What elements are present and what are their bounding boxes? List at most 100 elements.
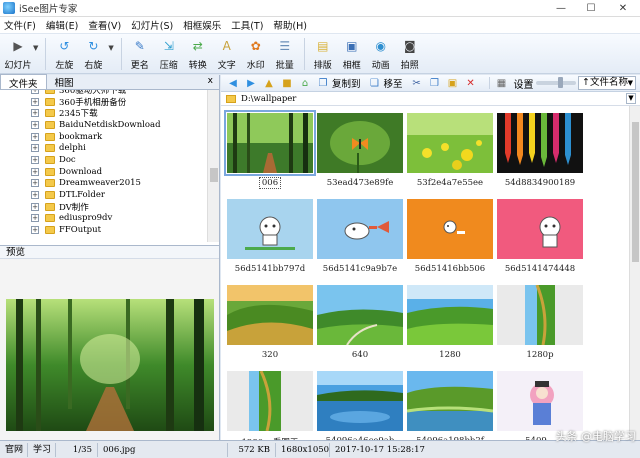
toolbar-button-animation[interactable]: ◉ 动画	[367, 34, 395, 72]
app-icon	[3, 2, 15, 14]
thumbnail-item[interactable]: 1280	[405, 282, 495, 368]
move-to-button[interactable]: ❏ 移至	[369, 76, 403, 91]
new-folder-icon[interactable]: ■	[281, 77, 293, 89]
status-bar: 官网 学习 1/35 006.jpg 572 KB 1680x1050 2017…	[0, 440, 640, 458]
toolbar-button-text[interactable]: A 文字	[213, 34, 241, 72]
expand-icon[interactable]: +	[31, 90, 39, 94]
close-button[interactable]: ✕	[606, 0, 640, 17]
thumbnail-item[interactable]: 1280p	[495, 282, 585, 368]
thumbnail-item[interactable]: 006	[224, 110, 316, 196]
thumbnail-item[interactable]: 1280p_看图王	[225, 368, 315, 440]
thumbnail-item[interactable]: 53f2e4a7e55ee	[405, 110, 495, 196]
copy-to-button[interactable]: ❐ 复制到	[317, 76, 361, 91]
thumbnail-item[interactable]: 56d5141c9a9b7e	[315, 196, 405, 282]
toolbar-button-rotate-right[interactable]: ↻ 右旋	[79, 34, 107, 72]
expand-icon[interactable]: +	[31, 144, 39, 153]
path-dropdown-icon[interactable]: ▼	[626, 93, 636, 104]
copy-icon[interactable]: ❐	[429, 77, 441, 89]
maximize-button[interactable]: ☐	[576, 0, 606, 17]
expand-icon[interactable]: +	[31, 202, 39, 211]
expand-icon[interactable]: +	[31, 214, 39, 223]
tree-item[interactable]: + DTLFolder	[0, 189, 219, 201]
cut-icon[interactable]: ✂	[411, 77, 423, 89]
close-panel-icon[interactable]: x	[208, 76, 213, 86]
tab-albums[interactable]: 相图	[47, 74, 82, 89]
tree-item[interactable]: + ediuspro9dv	[0, 213, 219, 225]
tree-item-label: 2345下载	[59, 109, 98, 120]
thumbnail-caption: 56d5141474448	[504, 264, 576, 274]
toolbar-label: 动画	[371, 61, 390, 71]
sort-dropdown[interactable]: ↑文件名称 ▼	[578, 76, 636, 90]
toolbar-button-rotate-left[interactable]: ↺ 左旋	[50, 34, 78, 72]
tree-item[interactable]: + bookmark	[0, 131, 219, 143]
expand-icon[interactable]: +	[31, 120, 39, 129]
thumbnail-item[interactable]: 56d5141474448	[495, 196, 585, 282]
thumbnail-item[interactable]: 54096a46ce9ab	[315, 368, 405, 440]
menu-view[interactable]: 查看(V)	[88, 18, 121, 32]
tree-scrollbar[interactable]	[207, 90, 219, 242]
expand-icon[interactable]: +	[31, 191, 39, 200]
status-datetime: 2017-10-17 15:28:17	[335, 444, 425, 455]
toolbar-button-batch[interactable]: ☰ 批量	[271, 34, 299, 72]
tree-item[interactable]: +2345下载	[0, 107, 219, 119]
thumbnail-item[interactable]: 56d5141bb797d	[225, 196, 315, 282]
thumbnail-item[interactable]: 54d8834900189	[495, 110, 585, 196]
tree-item[interactable]: + Dreamweaver2015	[0, 178, 219, 190]
settings-label[interactable]: 设置	[514, 76, 534, 91]
toolbar-button-frame[interactable]: ▣ 相框	[338, 34, 366, 72]
convert-icon: ⇄	[192, 39, 203, 53]
folder-tree[interactable]: +360驱动大师下载+360手机相册备份+2345下载+BaiduNetdisk…	[0, 90, 219, 242]
thumbnail-item[interactable]: 320	[225, 282, 315, 368]
forward-icon[interactable]: ▶	[245, 77, 257, 89]
tree-item[interactable]: + delphi	[0, 142, 219, 154]
menu-edit[interactable]: 编辑(E)	[46, 18, 78, 32]
menu-help[interactable]: 帮助(H)	[273, 18, 307, 32]
tab-folders[interactable]: 文件夹	[0, 74, 47, 90]
preview-header: 预览	[0, 245, 219, 259]
expand-icon[interactable]: +	[31, 226, 39, 235]
thumbnail-scrollbar[interactable]	[629, 106, 640, 440]
back-icon[interactable]: ◀	[227, 77, 239, 89]
menu-file[interactable]: 文件(F)	[4, 18, 36, 32]
thumbnail-item[interactable]: 53ead473e89fe	[315, 110, 405, 196]
expand-icon[interactable]: +	[31, 179, 39, 188]
dropdown-arrow-icon[interactable]: ▼	[33, 44, 38, 52]
expand-icon[interactable]: +	[31, 132, 39, 141]
toolbar-button-watermark[interactable]: ✿ 水印	[242, 34, 270, 72]
toolbar-button-layout[interactable]: ▤ 排版	[309, 34, 337, 72]
status-tab-website[interactable]: 官网	[0, 442, 28, 457]
menu-tools[interactable]: 工具(T)	[231, 18, 263, 32]
tree-item[interactable]: + BaiduNetdiskDownload	[0, 119, 219, 131]
tree-item[interactable]: +360手机相册备份	[0, 96, 219, 108]
delete-icon[interactable]: ✕	[465, 77, 477, 89]
tree-item[interactable]: + Doc	[0, 154, 219, 166]
status-dimensions: 1680x1050	[276, 442, 330, 457]
expand-icon[interactable]: +	[31, 167, 39, 176]
toolbar-button-compress[interactable]: ⇲ 压缩	[155, 34, 183, 72]
thumbnail-item[interactable]: 54096a198bb2f	[405, 368, 495, 440]
thumbnail-item[interactable]: 640	[315, 282, 405, 368]
toolbar-button-camera[interactable]: ◙ 拍照	[396, 34, 424, 72]
thumbnail-image	[497, 113, 583, 173]
home-icon[interactable]: ⌂	[299, 77, 311, 89]
expand-icon[interactable]: +	[31, 155, 39, 164]
minimize-button[interactable]: —	[546, 0, 576, 17]
toolbar-button-slideshow[interactable]: ▶ 幻灯片	[4, 34, 32, 72]
dropdown-arrow-icon[interactable]: ▼	[108, 44, 113, 52]
status-tab-learn[interactable]: 学习	[28, 442, 56, 457]
paste-icon[interactable]: ▣	[447, 77, 459, 89]
toolbar-button-rename[interactable]: ✎ 更名	[126, 34, 154, 72]
thumbnail-size-slider[interactable]	[535, 77, 576, 88]
menu-slideshow[interactable]: 幻灯片(S)	[131, 18, 173, 32]
expand-icon[interactable]: +	[31, 97, 39, 106]
expand-icon[interactable]: +	[31, 109, 39, 118]
tree-item[interactable]: + DV制作	[0, 201, 219, 213]
path-bar[interactable]: D:\wallpaper ▼	[221, 92, 640, 106]
tree-item[interactable]: + Download	[0, 166, 219, 178]
tree-item[interactable]: + FFOutput	[0, 224, 219, 236]
thumbnail-item[interactable]: 56d51416bb506	[405, 196, 495, 282]
tree-item-label: delphi	[59, 143, 86, 154]
toolbar-button-convert[interactable]: ⇄ 转换	[184, 34, 212, 72]
folder-up-icon[interactable]: ▲	[263, 77, 275, 89]
menu-frames[interactable]: 相框娱乐	[183, 18, 221, 32]
